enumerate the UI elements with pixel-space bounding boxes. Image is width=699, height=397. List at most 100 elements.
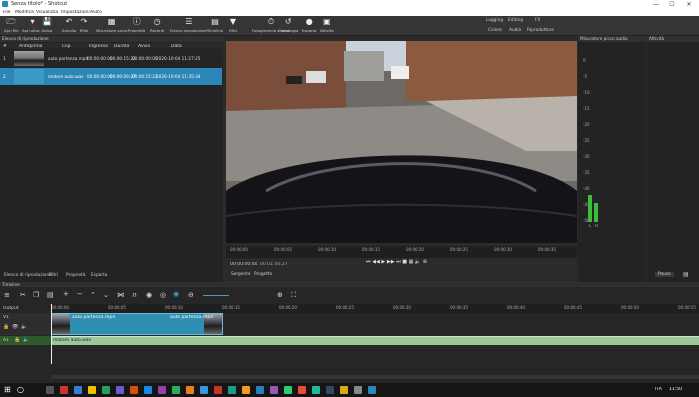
menu-settings[interactable]: Impostazioni	[61, 10, 90, 15]
taskbar-app-icon[interactable]	[144, 386, 152, 394]
elenco-riproduzione-button[interactable]: ☰ Elenco riproduzione	[170, 17, 208, 35]
zoom-out-icon[interactable]: ⊖	[188, 291, 194, 299]
taskbar-app-icon[interactable]	[340, 386, 348, 394]
taskbar-app-icon[interactable]	[354, 386, 362, 394]
workspace-editing[interactable]: Editing	[508, 18, 523, 23]
clock[interactable]: 11:50	[669, 387, 682, 392]
horizontal-scrollbar[interactable]	[51, 375, 699, 379]
search-icon[interactable]: ○	[17, 385, 24, 394]
stop-icon[interactable]: ■	[402, 259, 407, 265]
hide-icon[interactable]: 👁	[12, 324, 18, 330]
jobs-menu-icon[interactable]: ▤	[683, 271, 689, 278]
rewind-icon[interactable]: ◀◀	[372, 259, 380, 265]
annulla-button[interactable]: ↶ Annulla	[62, 17, 76, 35]
split-icon[interactable]: ⋈	[117, 291, 124, 299]
cronologia-button[interactable]: ↺ Cronologia	[278, 17, 298, 35]
mute-icon[interactable]: 🔈	[23, 337, 29, 343]
taskbar-app-icon[interactable]	[130, 386, 138, 394]
taskbar-app-icon[interactable]	[284, 386, 292, 394]
recenti-button[interactable]: ◷ Recenti	[150, 17, 164, 35]
menu-help[interactable]: Aiuto	[90, 10, 102, 15]
menu-file[interactable]: File	[3, 10, 11, 15]
taskbar-app-icon[interactable]	[74, 386, 82, 394]
apri-file-button[interactable]: 🗁 Apri file	[4, 17, 19, 35]
taskbar-app-icon[interactable]	[116, 386, 124, 394]
overwrite-icon[interactable]: ⌄	[103, 291, 109, 299]
rifai-button[interactable]: ↷ Rifai	[79, 17, 89, 35]
misuratore-picco-button[interactable]: ▦ Misuratore picco	[96, 17, 127, 35]
taskbar-app-icon[interactable]	[242, 386, 250, 394]
player-ruler[interactable]: 00:00:00 00:00:05 00:00:10 00:00:15 00:00:20…	[226, 246, 577, 258]
maximize-button[interactable]: ☐	[664, 0, 680, 9]
tab-source[interactable]: Sorgente	[231, 272, 250, 277]
grid-icon[interactable]: ▦	[409, 259, 414, 265]
language-indicator[interactable]: ITA	[655, 387, 662, 392]
taskbar-app-icon[interactable]	[312, 386, 320, 394]
attività-button[interactable]: ▣ Attività	[320, 17, 334, 35]
taskbar-app-icon[interactable]	[200, 386, 208, 394]
play-icon[interactable]: ▶	[381, 259, 385, 265]
menu-edit[interactable]: Modifica	[15, 10, 34, 15]
timeline-menu-icon[interactable]: ≡	[4, 291, 10, 299]
taskbar-app-icon[interactable]	[46, 386, 54, 394]
taskbar-app-icon[interactable]	[158, 386, 166, 394]
timeline-ruler[interactable]: 00:00:00 00:00:05 00:00:10 00:00:15 00:00:20…	[51, 304, 699, 313]
taskbar-app-icon[interactable]	[298, 386, 306, 394]
ripple-icon[interactable]: ◎	[160, 291, 166, 299]
playlist-row[interactable]: 2 motore auto.wav 00:00:00:00 00:00:09:2…	[0, 68, 222, 85]
zoom-slider[interactable]	[203, 295, 229, 296]
ripple-all-icon[interactable]: ◉	[173, 290, 179, 298]
volume-icon[interactable]: 🔈	[415, 259, 421, 265]
taskbar-app-icon[interactable]	[368, 386, 376, 394]
pause-button[interactable]: Pausa	[655, 272, 674, 277]
workspace-audio[interactable]: Audio	[509, 28, 521, 33]
menu-view[interactable]: Visualizza	[36, 10, 58, 15]
close-button[interactable]: ✕	[681, 0, 697, 9]
snap-icon[interactable]: ∩	[132, 291, 137, 299]
paste-icon[interactable]: ▤	[47, 291, 54, 299]
minimize-button[interactable]: —	[648, 0, 664, 9]
lock-icon[interactable]: 🔒	[14, 337, 20, 343]
cut-icon[interactable]: ✂	[20, 291, 26, 299]
taskbar-app-icon[interactable]	[88, 386, 96, 394]
workspace-player[interactable]: Riproduttore	[527, 28, 554, 33]
taskbar-app-icon[interactable]	[60, 386, 68, 394]
playlist-row[interactable]: 1 auto partenza.mp4 00:00:00:00 00:00:15…	[0, 50, 222, 67]
taskbar-app-icon[interactable]	[172, 386, 180, 394]
apri-altro--button[interactable]: ▾ Apri altro...	[22, 17, 43, 35]
copy-icon[interactable]: ❐	[33, 291, 39, 299]
esporta-button[interactable]: ● Esporta	[302, 17, 317, 35]
taskbar-app-icon[interactable]	[326, 386, 334, 394]
player-position[interactable]: 00:00:00:00	[230, 262, 257, 267]
playhead[interactable]	[51, 304, 52, 364]
taskbar-app-icon[interactable]	[256, 386, 264, 394]
lock-icon[interactable]: 🔒	[3, 324, 9, 330]
start-icon[interactable]: ⊞	[4, 385, 11, 394]
mute-icon[interactable]: 🔈	[21, 324, 27, 330]
zoom-in-icon[interactable]: ⊕	[277, 291, 283, 299]
zoom-fit-icon[interactable]: ⛶	[291, 291, 296, 300]
taskbar-app-icon[interactable]	[102, 386, 110, 394]
tab-project[interactable]: Progetto	[254, 272, 272, 277]
tab-filters[interactable]: Filtri	[49, 273, 58, 278]
skip-prev-icon[interactable]: ⏮	[366, 259, 371, 265]
filtri-button[interactable]: ▼ Filtri	[228, 17, 238, 35]
skip-next-icon[interactable]: ⏭	[396, 259, 401, 265]
taskbar-app-icon[interactable]	[270, 386, 278, 394]
scrub-icon[interactable]: ◉	[146, 291, 152, 299]
salva-button[interactable]: 💾 Salva	[42, 17, 52, 35]
tab-playlist[interactable]: Elenco di riproduzione	[4, 273, 52, 278]
zoom-icon[interactable]: ⊕	[423, 259, 427, 265]
append-icon[interactable]: +	[63, 290, 69, 298]
taskbar-app-icon[interactable]	[186, 386, 194, 394]
fast-forward-icon[interactable]: ▶▶	[387, 259, 395, 265]
taskbar-app-icon[interactable]	[214, 386, 222, 394]
workspace-logging[interactable]: Logging	[486, 18, 503, 23]
tab-export[interactable]: Esporta	[91, 273, 107, 278]
tab-properties[interactable]: Proprietà	[66, 273, 85, 278]
ripple-delete-icon[interactable]: −	[77, 290, 83, 298]
lift-icon[interactable]: ⌃	[90, 291, 96, 299]
proprietà-button[interactable]: ⓘ Proprietà	[128, 17, 145, 35]
video-preview[interactable]	[226, 41, 577, 243]
workspace-color[interactable]: Colore	[488, 28, 502, 33]
